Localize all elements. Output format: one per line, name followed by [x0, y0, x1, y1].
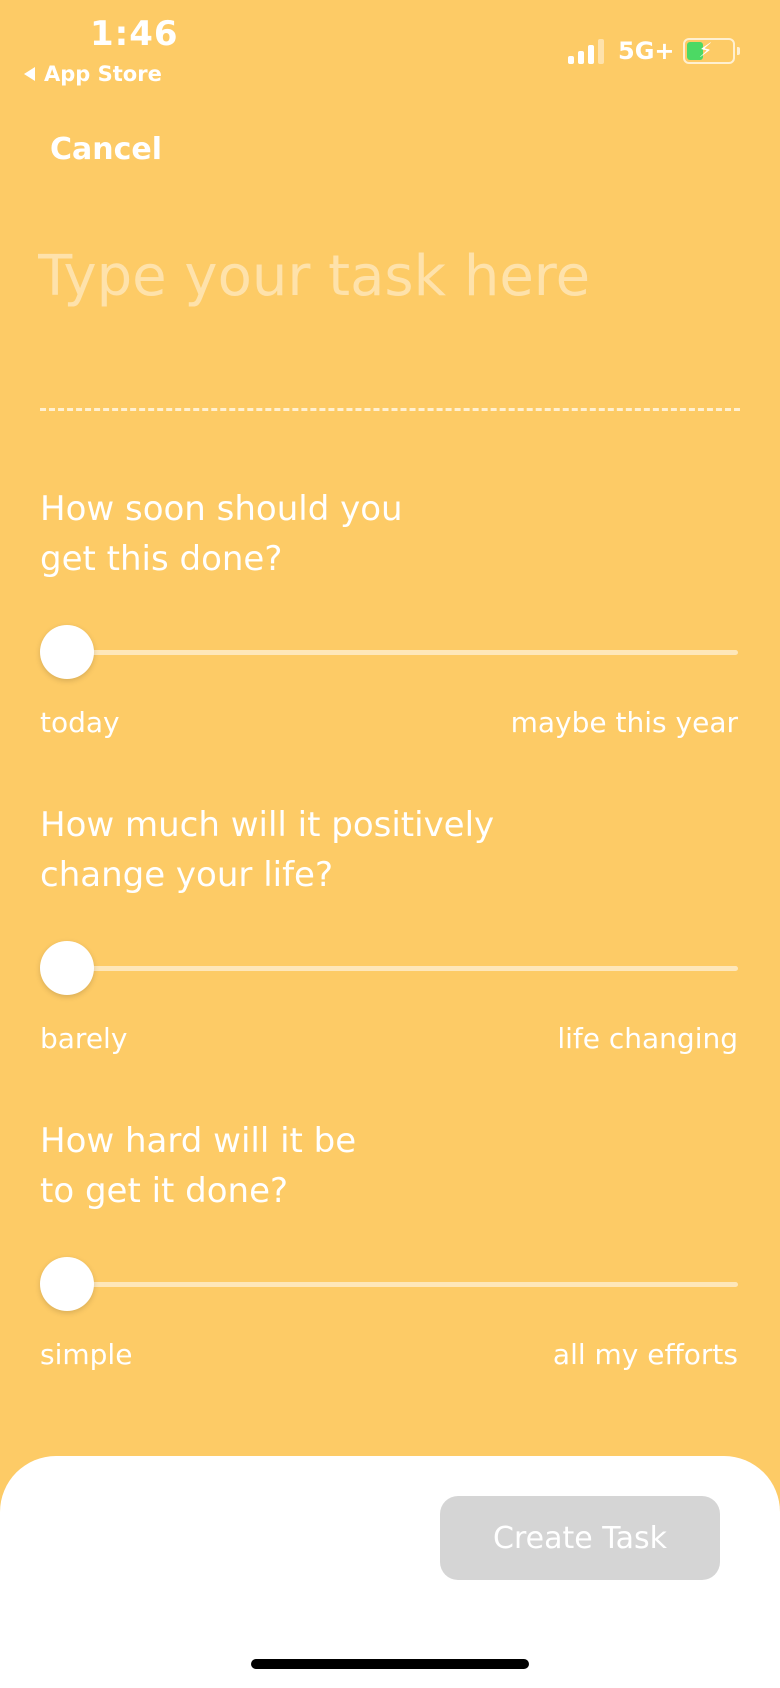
status-time: 1:46: [90, 14, 179, 54]
question-difficulty: How hard will it be to get it done?: [40, 1116, 560, 1216]
question-impact: How much will it positively change your …: [40, 800, 560, 900]
home-indicator: [251, 1659, 529, 1669]
impact-slider-thumb[interactable]: [40, 941, 94, 995]
impact-slider-track[interactable]: [66, 966, 738, 971]
impact-max-label: life changing: [557, 1022, 738, 1055]
urgency-slider-track[interactable]: [66, 650, 738, 655]
question-line: How hard will it be: [40, 1121, 357, 1161]
impact-min-label: barely: [40, 1022, 128, 1055]
difficulty-min-label: simple: [40, 1338, 133, 1371]
task-input-underline: [40, 408, 740, 411]
battery-cap: [736, 47, 740, 55]
question-line: How much will it positively: [40, 805, 495, 845]
back-triangle-icon: [24, 67, 35, 81]
cellular-signal-icon: [568, 38, 608, 64]
back-app-label: App Store: [44, 62, 162, 86]
urgency-max-label: maybe this year: [510, 706, 738, 739]
urgency-min-label: today: [40, 706, 120, 739]
back-to-app-store[interactable]: App Store: [24, 62, 162, 86]
question-line: to get it done?: [40, 1171, 289, 1211]
create-task-button[interactable]: Create Task: [440, 1496, 720, 1580]
question-urgency: How soon should you get this done?: [40, 484, 560, 584]
difficulty-slider-track[interactable]: [66, 1282, 738, 1287]
question-line: How soon should you: [40, 489, 403, 529]
difficulty-slider-thumb[interactable]: [40, 1257, 94, 1311]
cancel-button[interactable]: Cancel: [50, 132, 162, 167]
status-indicators: 5G+ ⚡: [568, 36, 740, 66]
task-input[interactable]: [38, 236, 738, 316]
question-line: change your life?: [40, 855, 334, 895]
battery-charging-icon: ⚡: [682, 38, 735, 64]
urgency-slider-thumb[interactable]: [40, 625, 94, 679]
network-type: 5G+: [618, 37, 675, 65]
difficulty-max-label: all my efforts: [552, 1338, 738, 1371]
question-line: get this done?: [40, 539, 283, 579]
